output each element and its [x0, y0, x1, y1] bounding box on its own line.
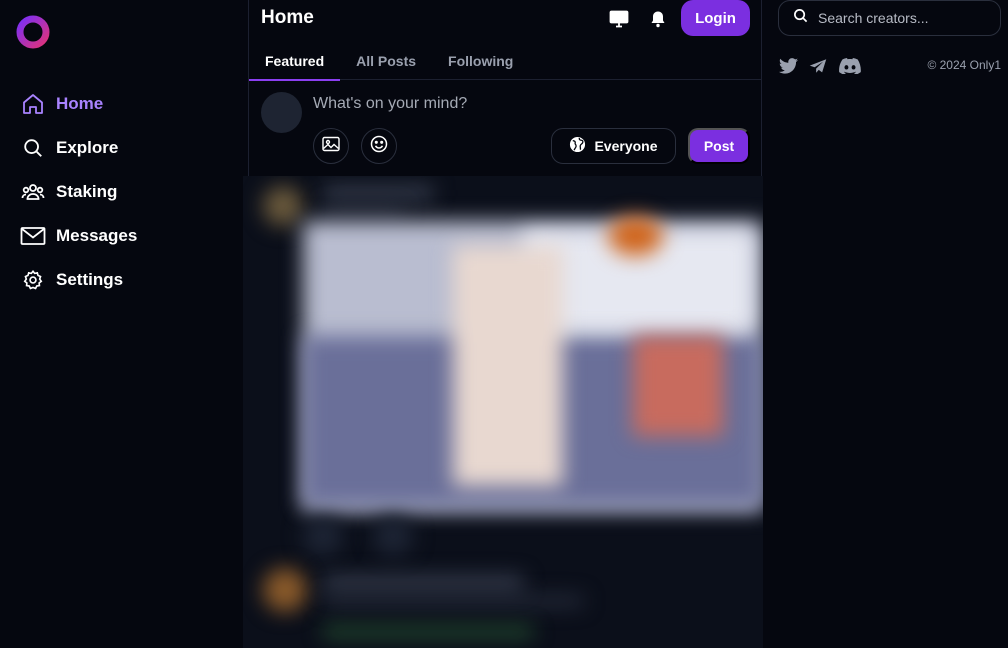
feed-tabs: Featured All Posts Following — [249, 42, 761, 81]
gear-icon — [20, 267, 46, 293]
post-image-figure — [453, 246, 563, 486]
right-column: © 2024 Only1 — [762, 0, 1008, 648]
main-column: Home Login Featured All Posts Following … — [243, 0, 763, 648]
composer-input[interactable]: What's on your mind? — [313, 95, 467, 113]
image-icon — [322, 136, 340, 157]
post-meta — [323, 206, 403, 216]
post-avatar-2 — [263, 568, 307, 612]
post-like[interactable] — [303, 516, 343, 556]
add-emoji-button[interactable] — [361, 128, 397, 164]
search-icon — [20, 135, 46, 161]
sidebar-item-messages[interactable]: Messages — [20, 214, 137, 258]
post-button[interactable]: Post — [688, 128, 750, 164]
post-text-2 — [323, 596, 583, 606]
login-button[interactable]: Login — [681, 0, 750, 36]
sidebar-item-label: Explore — [56, 138, 119, 157]
smile-icon — [370, 135, 388, 158]
blurred-feed — [243, 176, 763, 648]
post-image-accent — [608, 216, 663, 256]
social-links — [778, 56, 862, 76]
copyright-text: © 2024 Only1 — [927, 58, 1001, 72]
mail-icon — [20, 223, 46, 249]
sidebar-item-explore[interactable]: Explore — [20, 126, 137, 170]
sidebar-nav: Home Explore Staking Messages Settings — [20, 82, 137, 302]
audience-label: Everyone — [594, 138, 658, 154]
sidebar-item-label: Home — [56, 94, 104, 113]
search-box[interactable] — [778, 0, 1001, 36]
sidebar-item-settings[interactable]: Settings — [20, 258, 137, 302]
post-image-cushion — [633, 336, 723, 436]
tab-following[interactable]: Following — [432, 42, 529, 80]
add-image-button[interactable] — [313, 128, 349, 164]
post-author-2 — [323, 576, 523, 590]
audience-button[interactable]: Everyone — [551, 128, 676, 164]
avatar — [261, 92, 302, 133]
globe-icon — [569, 136, 586, 156]
home-icon — [20, 91, 46, 117]
sidebar-item-staking[interactable]: Staking — [20, 170, 137, 214]
post-composer: What's on your mind? Everyone Post — [249, 80, 761, 176]
tab-featured[interactable]: Featured — [249, 42, 341, 81]
post-comment[interactable] — [373, 516, 413, 556]
post-tag-2 — [323, 628, 533, 636]
discord-icon[interactable] — [838, 56, 862, 76]
monitor-icon[interactable] — [608, 8, 630, 30]
bell-icon[interactable] — [647, 8, 669, 30]
post-author — [323, 186, 433, 200]
sidebar-item-home[interactable]: Home — [20, 82, 137, 126]
tab-all-posts[interactable]: All Posts — [340, 42, 432, 80]
sidebar-item-label: Settings — [56, 270, 124, 289]
page-title: Home — [261, 7, 314, 28]
search-input[interactable] — [818, 10, 988, 26]
logo[interactable] — [16, 15, 50, 49]
post-avatar — [263, 186, 303, 226]
users-icon — [20, 179, 46, 205]
search-icon — [793, 8, 808, 28]
top-bar: Home Login — [249, 0, 761, 40]
twitter-icon[interactable] — [778, 56, 798, 76]
sidebar: Home Explore Staking Messages Settings — [0, 0, 248, 648]
sidebar-item-label: Staking — [56, 182, 118, 201]
sidebar-item-label: Messages — [56, 226, 138, 245]
telegram-icon[interactable] — [808, 56, 828, 76]
